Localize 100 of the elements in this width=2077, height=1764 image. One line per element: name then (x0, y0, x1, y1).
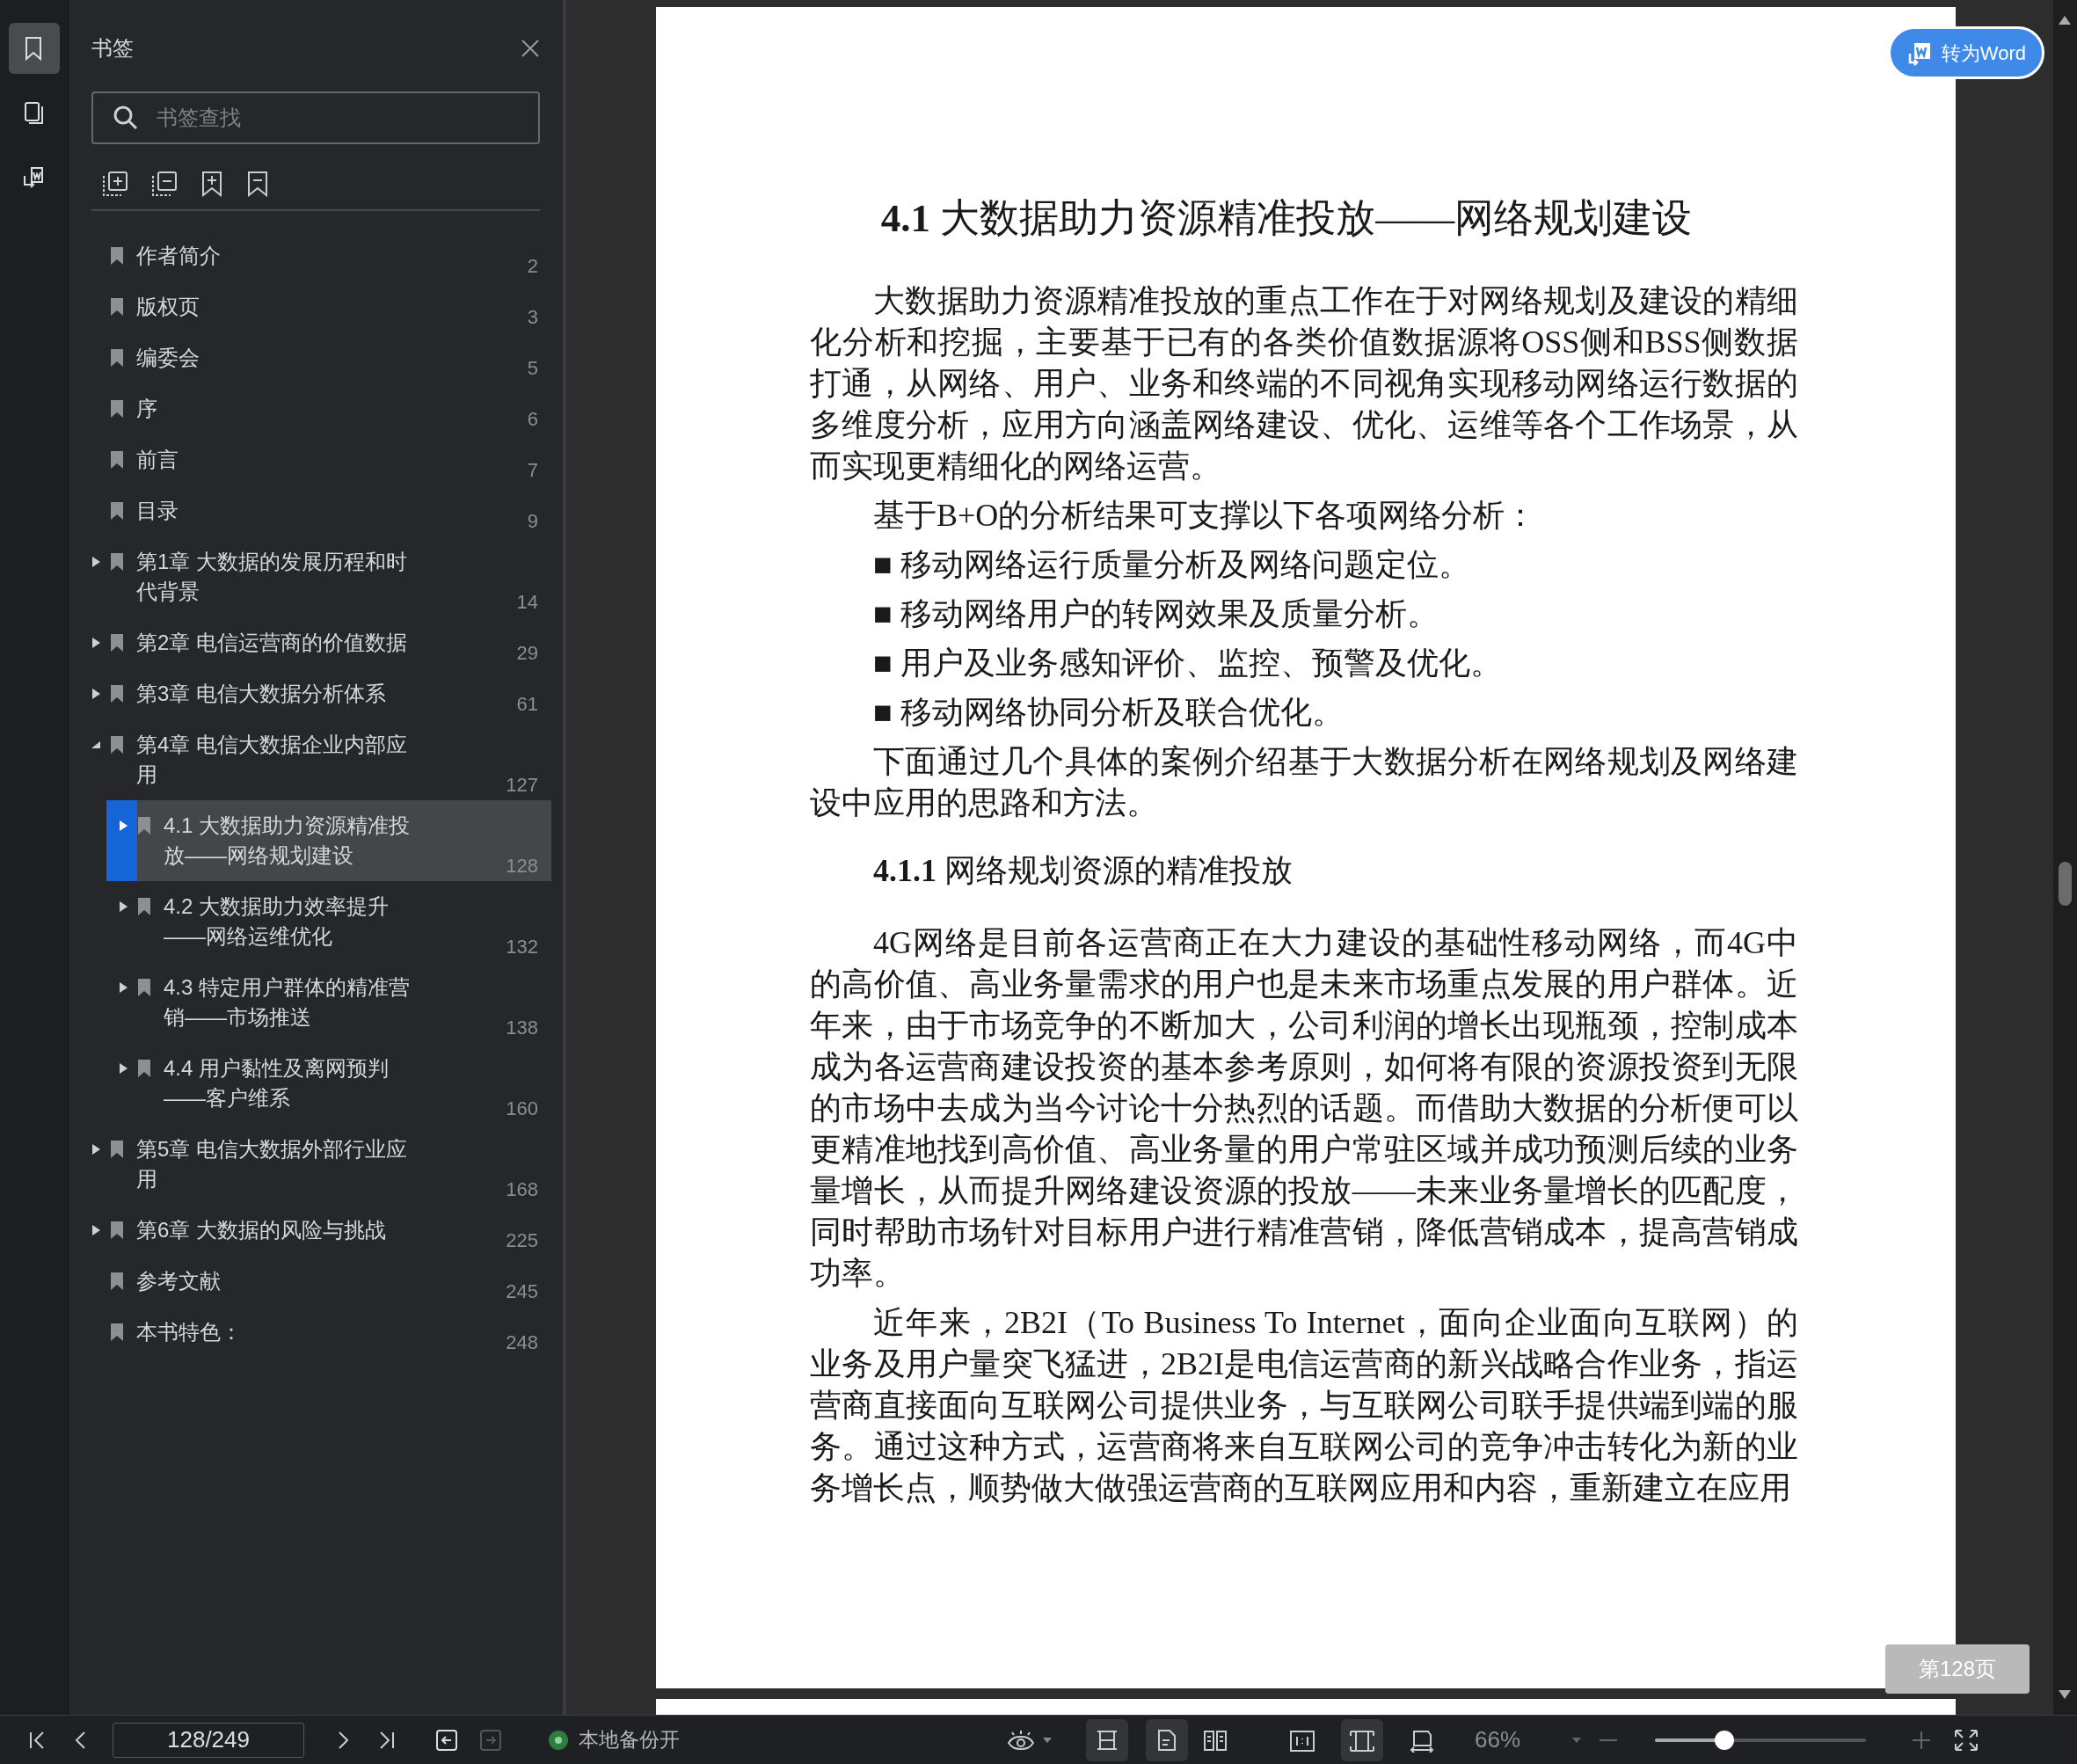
bullet-item: ■ 用户及业务感知评价、监控、预警及优化。 (872, 645, 1503, 682)
bookmark-icon (111, 349, 123, 367)
bookmark-title: 第1章 大数据的发展历程和时代背景 (136, 549, 408, 605)
page-number: 61 (516, 692, 538, 717)
bookmark-item[interactable]: 4.2 大数据助力效率提升——网络运维优化 132 (106, 881, 551, 962)
bullet-item: ■ 移动网络运行质量分析及网络问题定位。 (872, 546, 1471, 584)
remove-bookmark-icon[interactable] (246, 171, 269, 197)
scroll-thumb[interactable] (2059, 862, 2072, 906)
bookmark-item[interactable]: 本书特色： 248 (79, 1307, 551, 1358)
bookmark-icon (111, 736, 123, 754)
bookmark-title: 第4章 电信大数据企业内部应用 (136, 732, 408, 788)
bookmark-item[interactable]: 作者简介 2 (79, 230, 551, 281)
subsection-heading: 4.1.1 网络规划资源的精准投放 (872, 852, 1294, 890)
page-number: 14 (516, 590, 538, 615)
expand-arrow-icon[interactable] (91, 556, 101, 568)
page-number: 127 (506, 773, 538, 798)
scrollbar[interactable] (2053, 0, 2077, 1715)
page-number: 29 (516, 641, 538, 666)
page-number: 225 (506, 1228, 538, 1253)
bookmark-item[interactable]: 目录 9 (79, 485, 551, 536)
collapse-all-icon[interactable] (151, 171, 178, 197)
bookmark-icon (111, 298, 123, 316)
bookmark-icon (138, 898, 150, 915)
bookmark-title: 第3章 电信大数据分析体系 (136, 681, 387, 707)
bookmark-icon (111, 1221, 123, 1239)
bookmark-item[interactable]: 参考文献 245 (79, 1256, 551, 1307)
bookmark-icon (111, 247, 123, 265)
bookmark-item[interactable]: 版权页 3 (79, 281, 551, 332)
expand-arrow-icon[interactable] (118, 981, 128, 994)
bookmark-item[interactable]: 第4章 电信大数据企业内部应用 127 (79, 719, 551, 800)
paragraph: 下面通过几个具体的案例介绍基于大数据分析在网络规划及网络建设中应用的思路和方法。 (810, 743, 1798, 822)
page-number: 128 (506, 854, 538, 878)
page-number-field[interactable]: 128/249 (113, 1722, 304, 1758)
expand-arrow-icon[interactable] (118, 820, 128, 832)
bookmark-item[interactable]: 前言 7 (79, 434, 551, 485)
bookmark-title: 前言 (136, 447, 179, 473)
bookmark-title: 4.1 大数据助力资源精准投放——网络规划建设 (164, 813, 412, 869)
back-icon[interactable] (434, 1727, 459, 1753)
bookmark-icon (111, 400, 123, 418)
page-number: 138 (506, 1016, 538, 1040)
scroll-up-icon[interactable] (2059, 16, 2071, 25)
fullscreen-icon[interactable] (1953, 1727, 1979, 1753)
bookmark-icon (138, 1060, 150, 1077)
view-mode-button[interactable] (1086, 1718, 1128, 1761)
bookmark-item[interactable]: 第5章 电信大数据外部行业应用 168 (79, 1124, 551, 1205)
view-mode-button[interactable] (1146, 1718, 1188, 1761)
expand-all-icon[interactable] (102, 171, 128, 197)
paragraph: 大数据助力资源精准投放的重点工作在于对网络规划及建设的精细化分析和挖掘，主要基于已有的各类价值数据源将OSS侧和BSS侧数据打通，从网络、用户、业务和终端的不同视角实现移动网络运行数据的多维度分析，应用方向涵盖网络建设、优化、运维等各个工作场景，从而实现更精细化的网络运营。 (810, 282, 1798, 485)
paragraph: 近年来，2B2I（To Business To Internet，面向企业面向互联网）的业务及用户量突飞猛进，2B2I是电信运营商的新兴战略合作业务，指运营商直接面向互联网公司提供业务，与互联网公司联手提供端到端的服务。通过这种方式，运营商将来自互联网公司的竞争冲击转化为新的业务增长点，顺势做大做强运营商的互联网应用和内容，重新建立在应用 (810, 1304, 1798, 1507)
bookmark-title: 4.3 特定用户群体的精准营销——市场推送 (164, 974, 412, 1031)
expand-arrow-icon[interactable] (91, 1143, 101, 1155)
page-indicator: 第128页 (1885, 1644, 2030, 1694)
bookmark-title: 4.2 大数据助力效率提升——网络运维优化 (164, 893, 390, 950)
bookmark-icon (111, 1323, 123, 1341)
paragraph: 基于B+O的分析结果可支撑以下各项网络分析： (872, 497, 1538, 535)
page-number: 132 (506, 935, 538, 959)
bullet-item: ■ 移动网络协同分析及联合优化。 (872, 694, 1345, 732)
paragraph: 4G网络是目前各运营商正在大力建设的基础性移动网络，而4G中的高价值、高业务量需求的用户也是未来市场重点发展的用户群体。近年来，由于市场竞争的不断加大，公司利润的增长出现瓶颈，控制成本成为各运营商建设投资的基本参考原则，如何将有限的资源投资到无限的市场中去成为当今讨论十分热烈的话题。而借助大数据的分析便可以更精准地找到高价值、高业务量的用户常驻区域并成功预测后续的业务量增长，从而提升网络建设资源的投放——未来业务量增长的匹配度，同时帮助市场针对目标用户进行精准营销，降低营销成本，提高营销成功率。 (810, 924, 1798, 1293)
page-number: 168 (506, 1177, 538, 1202)
page-number: 160 (506, 1097, 538, 1121)
expand-arrow-icon[interactable] (91, 637, 101, 649)
bookmark-icon (111, 502, 123, 520)
bookmark-title: 第6章 大数据的风险与挑战 (136, 1217, 387, 1243)
bookmark-item[interactable]: 序 6 (79, 383, 551, 434)
bookmark-item[interactable]: 编委会 5 (79, 332, 551, 383)
expand-arrow-icon[interactable] (91, 1224, 101, 1236)
bookmark-icon (111, 451, 123, 469)
bookmark-item[interactable]: 第3章 电信大数据分析体系 61 (79, 668, 551, 719)
page-number: 248 (506, 1330, 538, 1355)
sidebar-tab[interactable] (8, 23, 60, 74)
bookmark-item[interactable]: 第6章 大数据的风险与挑战 225 (79, 1205, 551, 1256)
bookmark-item[interactable]: 4.4 用户黏性及离网预判——客户维系 160 (106, 1043, 551, 1124)
expand-arrow-icon[interactable] (118, 900, 128, 913)
panel-title: 书签 (91, 35, 134, 62)
bookmark-icon (111, 685, 123, 703)
bookmark-item[interactable]: 第1章 大数据的发展历程和时代背景 14 (79, 536, 551, 617)
page-number: 9 (527, 509, 538, 534)
view-mode-button[interactable] (1341, 1718, 1383, 1761)
collapse-arrow-icon[interactable] (91, 739, 101, 751)
bookmark-title: 版权页 (136, 294, 200, 320)
bookmark-title: 本书特色： (136, 1319, 243, 1345)
expand-arrow-icon[interactable] (118, 1062, 128, 1075)
zoom-value[interactable]: 66% (1475, 1723, 1536, 1757)
search-field[interactable]: 书签查找 (91, 91, 540, 144)
bookmark-item[interactable]: 第2章 电信运营商的价值数据 29 (79, 617, 551, 668)
expand-arrow-icon[interactable] (91, 688, 101, 700)
bookmark-title: 4.4 用户黏性及离网预判——客户维系 (164, 1055, 390, 1112)
bookmark-icon (138, 979, 150, 996)
page-number: 245 (506, 1279, 538, 1304)
add-bookmark-icon[interactable] (200, 171, 223, 197)
bookmark-title: 第5章 电信大数据外部行业应用 (136, 1136, 408, 1192)
page-number: 6 (527, 407, 538, 432)
bookmark-item[interactable]: 4.1 大数据助力资源精准投放——网络规划建设 128 (106, 800, 551, 881)
page-number: 7 (527, 458, 538, 483)
scroll-down-icon[interactable] (2059, 1690, 2071, 1699)
bookmark-title: 编委会 (136, 345, 200, 371)
bookmark-item[interactable]: 4.3 特定用户群体的精准营销——市场推送 138 (106, 962, 551, 1043)
page-number: 2 (527, 254, 538, 279)
bookmark-title: 目录 (136, 498, 179, 524)
backup-status: 本地备份开 (579, 1727, 680, 1753)
